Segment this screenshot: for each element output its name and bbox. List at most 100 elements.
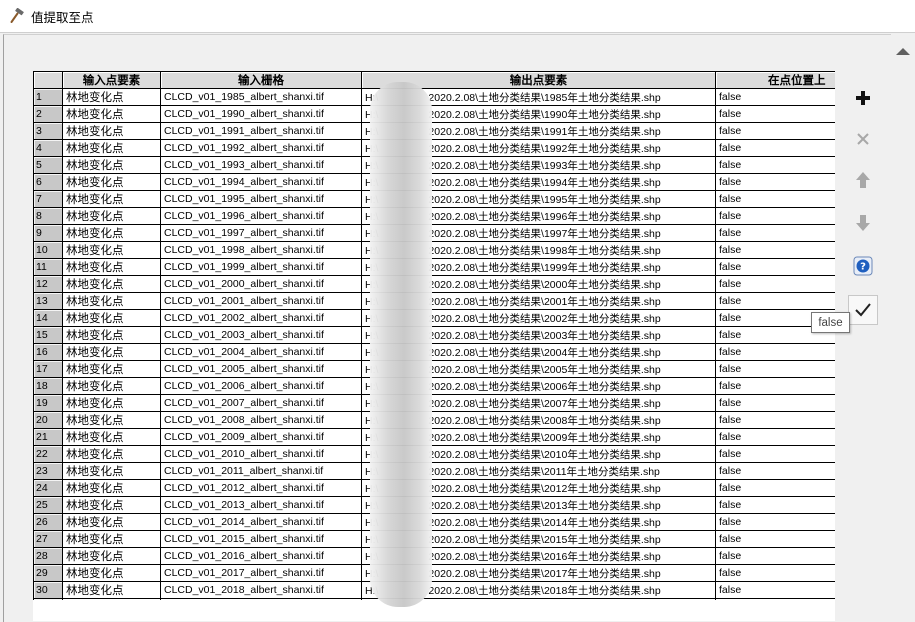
cell-input-raster[interactable]: CLCD_v01_2016_albert_shanxi.tif xyxy=(160,547,362,565)
row-number[interactable]: 29 xyxy=(33,564,63,582)
cell-input-raster[interactable]: CLCD_v01_1991_albert_shanxi.tif xyxy=(160,122,362,140)
table-row[interactable]: 9林地变化点CLCD_v01_1997_albert_shanxi.tifH:\… xyxy=(33,224,835,242)
row-number[interactable]: 2 xyxy=(33,105,63,123)
cell-input-points[interactable]: 林地变化点 xyxy=(62,207,161,225)
cell-input-raster[interactable]: CLCD_v01_1985_albert_shanxi.tif xyxy=(160,88,362,106)
table-row[interactable]: 15林地变化点CLCD_v01_2003_albert_shanxi.tifH:… xyxy=(33,326,835,344)
cell-input-raster[interactable]: CLCD_v01_2011_albert_shanxi.tif xyxy=(160,462,362,480)
cell-interpolate-flag[interactable]: false xyxy=(715,496,835,514)
row-number[interactable]: 15 xyxy=(33,326,63,344)
cell-input-points[interactable]: 林地变化点 xyxy=(62,343,161,361)
table-row[interactable]: 16林地变化点CLCD_v01_2004_albert_shanxi.tifH:… xyxy=(33,343,835,361)
table-row[interactable]: 17林地变化点CLCD_v01_2005_albert_shanxi.tifH:… xyxy=(33,360,835,378)
cell-input-raster[interactable]: CLCD_v01_2014_albert_shanxi.tif xyxy=(160,513,362,531)
cell-input-points[interactable]: 林地变化点 xyxy=(62,581,161,599)
row-number[interactable]: 4 xyxy=(33,139,63,157)
cell-interpolate-flag[interactable]: false xyxy=(715,428,835,446)
row-number[interactable]: 20 xyxy=(33,411,63,429)
table-row[interactable]: 27林地变化点CLCD_v01_2015_albert_shanxi.tifH:… xyxy=(33,530,835,548)
row-number[interactable]: 21 xyxy=(33,428,63,446)
row-number[interactable]: 7 xyxy=(33,190,63,208)
cell-interpolate-flag[interactable]: false xyxy=(715,411,835,429)
row-number[interactable]: 27 xyxy=(33,530,63,548)
row-number[interactable]: 30 xyxy=(33,581,63,599)
delete-row-button[interactable] xyxy=(849,125,876,152)
cell-input-points[interactable]: 林地变化点 xyxy=(62,241,161,259)
cell-input-raster[interactable]: CLCD_v01_1993_albert_shanxi.tif xyxy=(160,156,362,174)
cell-interpolate-flag[interactable]: false xyxy=(715,275,835,293)
row-number[interactable]: 11 xyxy=(33,258,63,276)
row-number[interactable]: 17 xyxy=(33,360,63,378)
row-number[interactable]: 14 xyxy=(33,309,63,327)
table-row[interactable]: 5林地变化点CLCD_v01_1993_albert_shanxi.tifH:\… xyxy=(33,156,835,174)
cell-interpolate-flag[interactable]: false xyxy=(715,598,835,600)
cell-input-points[interactable]: 林地变化点 xyxy=(62,496,161,514)
row-number[interactable]: 9 xyxy=(33,224,63,242)
cell-interpolate-flag[interactable]: false xyxy=(715,207,835,225)
table-row[interactable]: 29林地变化点CLCD_v01_2017_albert_shanxi.tifH:… xyxy=(33,564,835,582)
cell-input-raster[interactable]: CLCD_v01_2001_albert_shanxi.tif xyxy=(160,292,362,310)
cell-input-points[interactable]: 林地变化点 xyxy=(62,326,161,344)
cell-input-points[interactable]: 林地变化点 xyxy=(62,377,161,395)
table-row[interactable]: 7林地变化点CLCD_v01_1995_albert_shanxi.tifH:\… xyxy=(33,190,835,208)
row-number[interactable]: 23 xyxy=(33,462,63,480)
cell-input-points[interactable]: 林地变化点 xyxy=(62,598,161,600)
cell-input-points[interactable]: 林地变化点 xyxy=(62,105,161,123)
cell-input-raster[interactable]: CLCD_v01_2015_albert_shanxi.tif xyxy=(160,530,362,548)
table-row[interactable]: 14林地变化点CLCD_v01_2002_albert_shanxi.tifH:… xyxy=(33,309,835,327)
table-row[interactable]: 8林地变化点CLCD_v01_1996_albert_shanxi.tifH:\… xyxy=(33,207,835,225)
row-number[interactable]: 3 xyxy=(33,122,63,140)
cell-input-raster[interactable]: CLCD_v01_2017_albert_shanxi.tif xyxy=(160,564,362,582)
table-row[interactable]: 10林地变化点CLCD_v01_1998_albert_shanxi.tifH:… xyxy=(33,241,835,259)
check-values-button[interactable] xyxy=(848,295,878,325)
cell-input-raster[interactable]: CLCD_v01_2005_albert_shanxi.tif xyxy=(160,360,362,378)
cell-input-points[interactable]: 林地变化点 xyxy=(62,445,161,463)
cell-interpolate-flag[interactable]: false xyxy=(715,88,835,106)
cell-input-points[interactable]: 林地变化点 xyxy=(62,462,161,480)
cell-input-raster[interactable]: CLCD_v01_1992_albert_shanxi.tif xyxy=(160,139,362,157)
cell-input-raster[interactable]: CLCD_v01_1996_albert_shanxi.tif xyxy=(160,207,362,225)
cell-interpolate-flag[interactable]: false xyxy=(715,564,835,582)
table-row[interactable]: 12林地变化点CLCD_v01_2000_albert_shanxi.tifH:… xyxy=(33,275,835,293)
table-row[interactable]: 6林地变化点CLCD_v01_1994_albert_shanxi.tifH:\… xyxy=(33,173,835,191)
cell-interpolate-flag[interactable]: false xyxy=(715,445,835,463)
table-row[interactable]: 24林地变化点CLCD_v01_2012_albert_shanxi.tifH:… xyxy=(33,479,835,497)
cell-input-raster[interactable]: CLCD_v01_2006_albert_shanxi.tif xyxy=(160,377,362,395)
cell-input-points[interactable]: 林地变化点 xyxy=(62,139,161,157)
row-number[interactable]: 10 xyxy=(33,241,63,259)
cell-input-raster[interactable]: CLCD_v01_1995_albert_shanxi.tif xyxy=(160,190,362,208)
cell-input-points[interactable]: 林地变化点 xyxy=(62,428,161,446)
cell-interpolate-flag[interactable]: false xyxy=(715,360,835,378)
cell-interpolate-flag[interactable]: false xyxy=(715,105,835,123)
cell-input-points[interactable]: 林地变化点 xyxy=(62,173,161,191)
batch-grid[interactable]: 输入点要素 输入栅格 输出点要素 在点位置上 1 林地变化点 CLCD_v01_19… xyxy=(33,71,835,600)
cell-input-points[interactable]: 林地变化点 xyxy=(62,292,161,310)
cell-input-raster[interactable]: CLCD_v01_1998_albert_shanxi.tif xyxy=(160,241,362,259)
cell-input-raster[interactable]: CLCD_v01_2008_albert_shanxi.tif xyxy=(160,411,362,429)
column-header[interactable]: 在点位置上 xyxy=(715,71,835,89)
cell-input-points[interactable]: 林地变化点 xyxy=(62,394,161,412)
cell-interpolate-flag[interactable]: false xyxy=(715,530,835,548)
row-number[interactable]: 1 xyxy=(33,88,63,106)
row-number[interactable]: 16 xyxy=(33,343,63,361)
cell-input-points[interactable]: 林地变化点 xyxy=(62,122,161,140)
cell-interpolate-flag[interactable]: false xyxy=(715,258,835,276)
row-number[interactable]: 18 xyxy=(33,377,63,395)
row-number[interactable]: 12 xyxy=(33,275,63,293)
cell-interpolate-flag[interactable]: false xyxy=(715,462,835,480)
cell-input-raster[interactable]: CLCD_v01_1990_albert_shanxi.tif xyxy=(160,105,362,123)
table-row[interactable]: 25林地变化点CLCD_v01_2013_albert_shanxi.tifH:… xyxy=(33,496,835,514)
table-row[interactable]: 19林地变化点CLCD_v01_2007_albert_shanxi.tifH:… xyxy=(33,394,835,412)
table-row[interactable]: 3林地变化点CLCD_v01_1991_albert_shanxi.tifH:\… xyxy=(33,122,835,140)
row-number[interactable]: 22 xyxy=(33,445,63,463)
table-row[interactable]: 13林地变化点CLCD_v01_2001_albert_shanxi.tifH:… xyxy=(33,292,835,310)
column-header[interactable]: 输入栅格 xyxy=(160,71,362,89)
vertical-scrollbar[interactable] xyxy=(892,34,915,621)
cell-input-points[interactable]: 林地变化点 xyxy=(62,530,161,548)
cell-interpolate-flag[interactable]: false xyxy=(715,224,835,242)
cell-input-raster[interactable]: CLCD_v01_2009_albert_shanxi.tif xyxy=(160,428,362,446)
cell-input-raster[interactable]: CLCD_v01_2019_albert_shanxi.tif xyxy=(160,598,362,600)
table-row[interactable]: 4林地变化点CLCD_v01_1992_albert_shanxi.tifH:\… xyxy=(33,139,835,157)
table-row[interactable]: 2林地变化点CLCD_v01_1990_albert_shanxi.tifH:\… xyxy=(33,105,835,123)
cell-interpolate-flag[interactable]: false xyxy=(715,394,835,412)
